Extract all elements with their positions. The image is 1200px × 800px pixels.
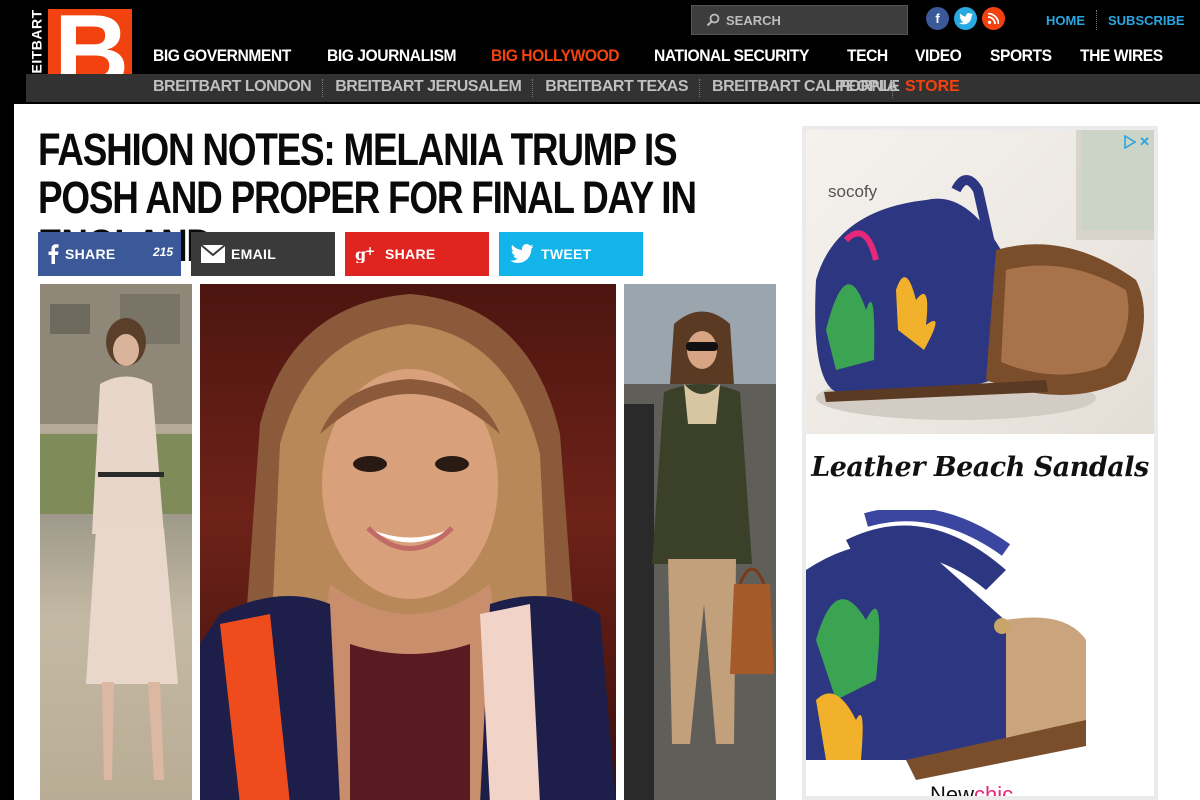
nav-item-video[interactable]: VIDEO: [915, 46, 962, 72]
googleplus-share-button[interactable]: g + SHARE: [345, 232, 489, 276]
email-share-label: EMAIL: [231, 246, 277, 262]
subnav-item-texas[interactable]: BREITBART TEXAS: [545, 78, 688, 97]
nav-item-big-hollywood[interactable]: BIG HOLLYWOOD: [491, 46, 620, 72]
rss-icon[interactable]: [982, 7, 1005, 30]
photo-panel-left: [40, 284, 192, 800]
subnav-item-store[interactable]: STORE: [905, 78, 960, 96]
site-header: BREITBART B SEARCH f HOME SUBSCRIBE BIG …: [0, 0, 1200, 104]
subnav-divider: [322, 79, 324, 97]
search-input[interactable]: SEARCH: [691, 5, 908, 35]
subnav-divider: [532, 79, 534, 97]
top-links-divider: [1096, 10, 1098, 30]
subnav-divider: [699, 79, 701, 97]
googleplus-icon: g +: [355, 245, 379, 263]
ad-choices-badge[interactable]: ✕: [1124, 134, 1150, 150]
sidebar-advertisement[interactable]: ✕ socofy Leather Beach Sandals Newchic: [802, 126, 1158, 800]
subnav-item-jerusalem[interactable]: BREITBART JERUSALEM: [335, 78, 522, 97]
photo-panel-right: [624, 284, 776, 800]
ad-advertiser-logo: Newchic: [930, 782, 1014, 800]
envelope-icon: [201, 245, 225, 263]
facebook-icon: [48, 244, 59, 264]
subnav-divider: [892, 80, 894, 98]
facebook-icon[interactable]: f: [926, 7, 949, 30]
ad-play-icon: [1124, 135, 1137, 149]
subscribe-link[interactable]: SUBSCRIBE: [1108, 13, 1185, 28]
ad-product-image-bottom: [806, 507, 1154, 796]
ad-product-image-top: ✕ socofy: [806, 130, 1154, 434]
photo-panel-center: [200, 284, 616, 800]
svg-text:+: +: [365, 245, 375, 258]
ad-headline: Leather Beach Sandals: [811, 452, 1149, 483]
twitter-icon: [509, 244, 535, 264]
article-hero-image: [40, 284, 776, 800]
nav-item-national-security[interactable]: NATIONAL SECURITY: [654, 46, 809, 72]
nav-item-big-government[interactable]: BIG GOVERNMENT: [153, 46, 291, 72]
twitter-share-button[interactable]: TWEET: [499, 232, 643, 276]
main-nav: BIG GOVERNMENT BIG JOURNALISM BIG HOLLYW…: [153, 46, 1194, 72]
subnav-item-london[interactable]: BREITBART LONDON: [153, 78, 312, 97]
twitter-share-label: TWEET: [541, 246, 592, 262]
home-link[interactable]: HOME: [1046, 13, 1085, 28]
nav-item-sports[interactable]: SPORTS: [990, 46, 1052, 72]
facebook-share-button[interactable]: SHARE 215: [38, 232, 181, 276]
nav-item-tech[interactable]: TECH: [847, 46, 888, 72]
facebook-share-count: 215: [152, 245, 173, 259]
ad-brand: socofy: [828, 182, 878, 201]
googleplus-share-label: SHARE: [385, 246, 436, 262]
subnav-item-people[interactable]: PEOPLE: [835, 78, 900, 96]
sub-nav: BREITBART LONDON BREITBART JERUSALEM BRE…: [26, 74, 1200, 102]
facebook-share-label: SHARE: [65, 246, 116, 262]
search-placeholder: SEARCH: [726, 12, 781, 28]
nav-item-big-journalism[interactable]: BIG JOURNALISM: [327, 46, 457, 72]
main-content: FASHION NOTES: MELANIA TRUMP IS POSH AND…: [14, 104, 1200, 800]
email-share-button[interactable]: EMAIL: [191, 232, 335, 276]
nav-item-the-wires[interactable]: THE WIRES: [1080, 46, 1163, 72]
ad-close-icon[interactable]: ✕: [1139, 134, 1150, 150]
search-icon: [706, 13, 720, 27]
twitter-icon[interactable]: [954, 7, 977, 30]
